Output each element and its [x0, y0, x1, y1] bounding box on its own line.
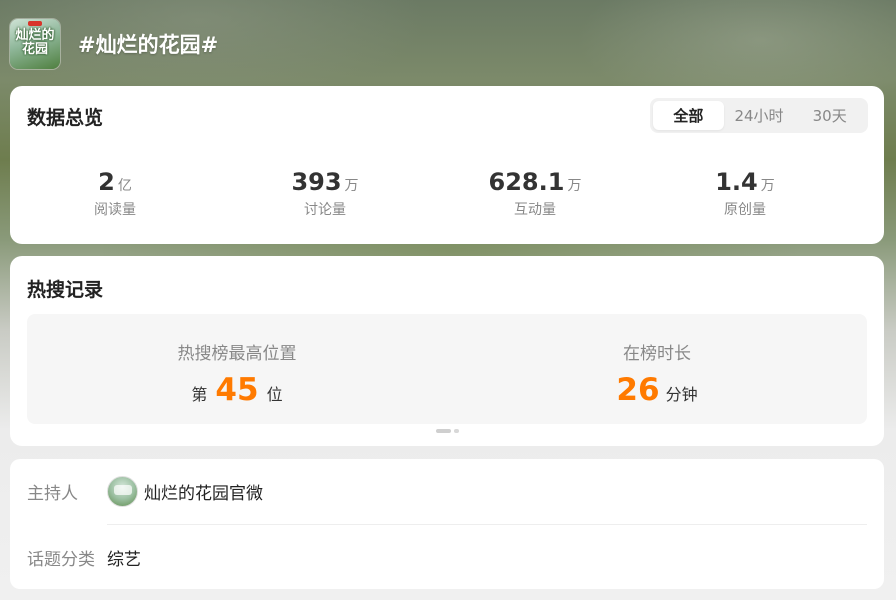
host-name-link[interactable]: 灿烂的花园官微 [144, 479, 263, 504]
stat-unit: 亿 [117, 178, 132, 194]
stat-label: 讨论量 [304, 202, 346, 218]
tab-30d[interactable]: 30天 [794, 101, 865, 130]
stat-value: 628.1 [488, 168, 565, 196]
host-row: 主持人 灿烂的花园官微 [27, 474, 867, 508]
stat-label: 原创量 [724, 202, 766, 218]
stat-originals: 1.4 万 原创量 [640, 168, 850, 219]
stat-unit: 万 [760, 178, 775, 194]
overview-title: 数据总览 [27, 107, 104, 129]
stats-row: 2 亿 阅读量 393 万 讨论量 628.1 万 互动量 1.4 万 原创量 [10, 168, 884, 219]
stat-value: 1.4 [715, 168, 758, 196]
stat-unit: 万 [344, 178, 359, 194]
topic-avatar[interactable]: 灿烂的花园 [10, 19, 60, 69]
peak-suffix: 位 [266, 385, 283, 404]
duration-value: 26 [616, 372, 660, 408]
pager-dot-active[interactable] [435, 429, 451, 433]
carousel-pager [10, 429, 884, 433]
hot-search-title: 热搜记录 [27, 279, 104, 301]
overview-card: 数据总览 全部 24小时 30天 2 亿 阅读量 393 万 讨论量 628.1… [10, 86, 884, 244]
peak-position-value: 45 [215, 372, 259, 408]
stat-unit: 万 [567, 178, 582, 194]
stat-discussions: 393 万 讨论量 [220, 168, 430, 219]
duration-label: 在榜时长 [623, 344, 691, 364]
peak-position: 热搜榜最高位置 第 45 位 [27, 314, 447, 424]
topic-title: #灿烂的花园# [78, 33, 219, 57]
hot-search-card: 热搜记录 热搜榜最高位置 第 45 位 在榜时长 26 分钟 [10, 256, 884, 446]
hot-search-panel[interactable]: 热搜榜最高位置 第 45 位 在榜时长 26 分钟 [27, 314, 867, 424]
host-avatar-logo-icon [114, 484, 132, 495]
peak-position-label: 热搜榜最高位置 [177, 344, 297, 364]
pager-dot[interactable] [453, 429, 459, 433]
tab-24h[interactable]: 24小时 [724, 101, 795, 130]
stat-interactions: 628.1 万 互动量 [430, 168, 640, 219]
on-list-duration: 在榜时长 26 分钟 [447, 314, 867, 424]
host-avatar[interactable] [107, 475, 138, 507]
host-key: 主持人 [27, 483, 78, 504]
stat-value: 393 [291, 168, 342, 196]
category-value: 综艺 [107, 549, 141, 570]
topic-header: 灿烂的花园 #灿烂的花园# [10, 19, 218, 69]
category-key: 话题分类 [27, 549, 95, 570]
tab-all[interactable]: 全部 [653, 101, 724, 130]
duration-suffix: 分钟 [665, 385, 698, 404]
stat-value: 2 [98, 168, 115, 196]
topic-info-card: 主持人 灿烂的花园官微 话题分类 综艺 [10, 459, 884, 589]
stat-label: 互动量 [514, 202, 556, 218]
stat-label: 阅读量 [94, 202, 136, 218]
category-row: 话题分类 综艺 [27, 542, 867, 572]
divider [107, 524, 867, 525]
stat-reads: 2 亿 阅读量 [10, 168, 220, 219]
peak-prefix: 第 [191, 385, 208, 404]
time-range-tabs: 全部 24小时 30天 [650, 98, 868, 133]
brand-badge-icon [28, 21, 42, 26]
topic-avatar-logo: 灿烂的花园 [15, 28, 55, 57]
